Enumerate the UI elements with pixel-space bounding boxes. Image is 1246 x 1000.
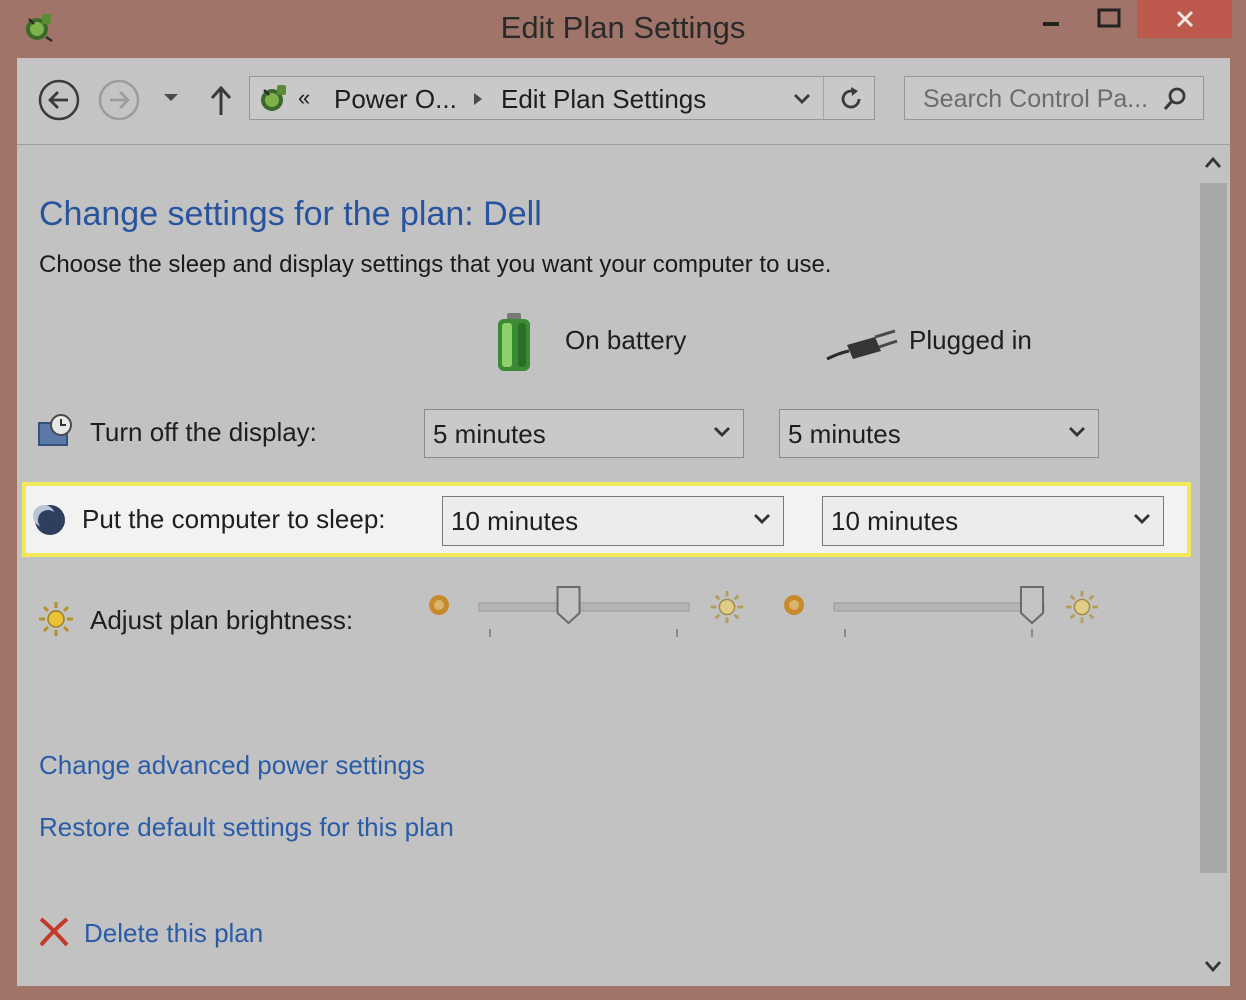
scroll-thumb[interactable] (1200, 183, 1227, 873)
display-plugged-select[interactable]: 5 minutes (779, 409, 1099, 458)
scroll-up-icon[interactable] (1203, 155, 1223, 171)
sleep-plugged-select[interactable]: 10 minutes (822, 496, 1164, 546)
chevron-down-icon (1134, 514, 1150, 524)
chevron-down-icon (1069, 427, 1085, 437)
chevron-down-icon (164, 94, 178, 101)
delete-plan-link[interactable]: Delete this plan (84, 918, 263, 949)
battery-icon (498, 313, 530, 371)
sleep-setting-row: Put the computer to sleep: 10 minutes 10… (22, 482, 1191, 557)
sleep-plugged-value: 10 minutes (831, 506, 959, 536)
bright-sun-icon (1065, 590, 1099, 624)
red-x-icon (39, 917, 69, 947)
address-divider (823, 77, 824, 119)
close-icon (1176, 10, 1193, 28)
title-bar: Edit Plan Settings (0, 0, 1246, 58)
display-battery-select[interactable]: 5 minutes (424, 409, 744, 458)
display-battery-value: 5 minutes (433, 419, 546, 449)
plugged-in-label: Plugged in (909, 325, 1032, 355)
search-box[interactable]: Search Control Pa... (904, 76, 1204, 120)
vertical-scrollbar[interactable] (1197, 145, 1230, 986)
back-arrow-icon (38, 79, 80, 121)
brightness-battery-thumb[interactable] (556, 586, 581, 625)
refresh-icon (841, 87, 861, 109)
display-plugged-value: 5 minutes (788, 419, 901, 449)
breadcrumb-overflow-chevron[interactable]: « (298, 85, 310, 111)
refresh-button[interactable] (833, 80, 869, 118)
sun-icon (39, 602, 73, 636)
navigation-bar: « Power O... Edit Plan Settings Search C… (17, 58, 1230, 145)
page-description: Choose the sleep and display settings th… (39, 251, 832, 278)
dim-sun-icon (784, 595, 804, 615)
restore-default-settings-link[interactable]: Restore default settings for this plan (39, 812, 454, 843)
address-dropdown-icon[interactable] (792, 90, 812, 108)
display-setting-label: Turn off the display: (90, 417, 317, 447)
breadcrumb-separator-icon[interactable] (472, 91, 484, 107)
breadcrumb-item-edit-plan-settings[interactable]: Edit Plan Settings (501, 84, 706, 115)
chevron-down-icon (754, 514, 770, 524)
forward-arrow-icon (98, 79, 140, 121)
chevron-down-icon (714, 427, 730, 437)
page-title: Change settings for the plan: Dell (39, 195, 542, 233)
up-arrow-icon (210, 85, 232, 115)
up-button[interactable] (205, 80, 237, 120)
plan-settings-content: Change settings for the plan: Dell Choos… (17, 145, 1197, 986)
sleep-battery-value: 10 minutes (451, 506, 579, 536)
brightness-plugged-slider[interactable] (832, 585, 1048, 645)
bright-sun-icon (710, 590, 744, 624)
dim-sun-icon (429, 595, 449, 615)
search-input[interactable]: Search Control Pa... (923, 85, 1148, 114)
address-bar[interactable]: « Power O... Edit Plan Settings (249, 76, 875, 120)
breadcrumb-item-power-options[interactable]: Power O... (334, 84, 457, 115)
close-button[interactable] (1137, 0, 1232, 38)
back-button[interactable] (37, 78, 81, 122)
brightness-battery-slider[interactable] (477, 585, 693, 645)
search-icon[interactable] (1161, 85, 1189, 113)
maximize-button[interactable] (1082, 0, 1136, 38)
sleep-setting-label: Put the computer to sleep: (82, 504, 386, 534)
power-options-icon (261, 85, 286, 111)
plug-icon (826, 329, 898, 361)
sleep-battery-select[interactable]: 10 minutes (442, 496, 784, 546)
edit-plan-settings-window: Edit Plan Settings « Power O... Edit Pla… (0, 0, 1246, 1000)
on-battery-label: On battery (565, 325, 687, 355)
brightness-setting-label: Adjust plan brightness: (90, 605, 354, 635)
display-clock-icon (38, 414, 72, 446)
forward-button[interactable] (97, 78, 141, 122)
brightness-plugged-thumb[interactable] (1020, 586, 1044, 625)
client-area: « Power O... Edit Plan Settings Search C… (17, 58, 1230, 986)
change-advanced-power-settings-link[interactable]: Change advanced power settings (39, 750, 425, 781)
minimize-icon (1043, 22, 1059, 26)
moon-icon (33, 505, 65, 535)
maximize-icon (1097, 8, 1121, 28)
recent-locations-button[interactable] (159, 86, 183, 110)
minimize-button[interactable] (1026, 0, 1076, 38)
scroll-down-icon[interactable] (1203, 958, 1223, 974)
